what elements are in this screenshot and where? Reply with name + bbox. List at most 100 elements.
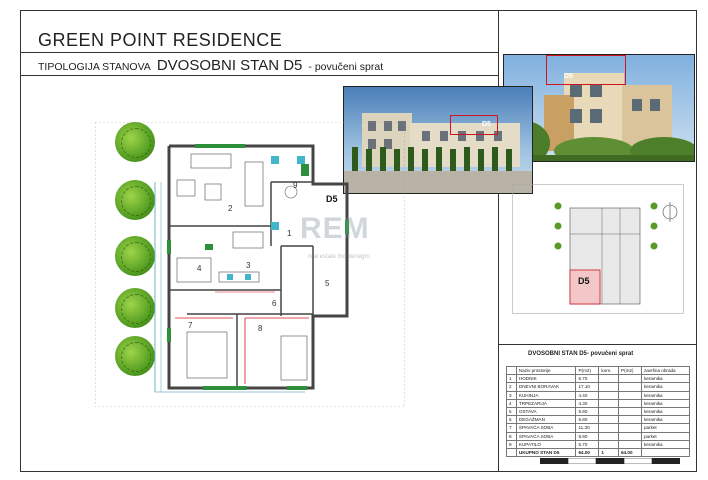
table-header: završna obrada bbox=[640, 365, 691, 376]
table-cell: 4 bbox=[506, 398, 517, 408]
subtitle-divider bbox=[20, 75, 498, 76]
floor-label: - povučeni sprat bbox=[308, 61, 384, 73]
table-row: 4 TRPEZARIJA 4.30 keramika bbox=[506, 398, 691, 408]
table-row: 3 KUHINJA 4.40 keramika bbox=[506, 390, 691, 400]
table-cell: 1 bbox=[598, 447, 619, 458]
table-cell bbox=[618, 406, 642, 417]
table-cell: parket bbox=[640, 431, 691, 441]
table-cell: 3 bbox=[506, 390, 517, 400]
table-cell: 5 bbox=[506, 406, 517, 417]
panel-divider bbox=[498, 10, 499, 472]
table-row: 6 DEGAŽMAN 5.80 keramika bbox=[506, 415, 691, 425]
table-row: 5 OSTAVA 5.90 keramika bbox=[506, 406, 691, 417]
table-cell: keramika bbox=[640, 406, 691, 417]
table-cell: OSTAVA bbox=[515, 406, 577, 417]
table-cell bbox=[618, 374, 642, 384]
title-divider bbox=[20, 52, 498, 53]
project-title: GREEN POINT RESIDENCE bbox=[38, 30, 283, 50]
room-number: 5 bbox=[325, 279, 330, 288]
room-number: 1 bbox=[287, 229, 292, 238]
table-cell: DEGAŽMAN bbox=[515, 415, 577, 425]
table-cell: 5.80 bbox=[575, 415, 600, 425]
table-header-row: Naziv prostorije P(m2) kom. P(m2) završn… bbox=[506, 365, 691, 376]
room-number: 7 bbox=[188, 321, 193, 330]
table-cell: 5.70 bbox=[575, 439, 600, 449]
table-cell bbox=[598, 439, 619, 449]
table-cell: 4.30 bbox=[575, 398, 600, 408]
table-header: Naziv prostorije bbox=[515, 365, 577, 376]
table-cell: 4.40 bbox=[575, 390, 600, 400]
table-cell: 8.90 bbox=[575, 431, 600, 441]
table-cell: keramika bbox=[640, 415, 691, 425]
table-cell: SPAVAĆA SOBA bbox=[515, 431, 577, 441]
table-cell: keramika bbox=[640, 390, 691, 400]
table-cell: DNEVNI BORAVAK bbox=[515, 382, 577, 392]
table-cell bbox=[598, 382, 619, 392]
room-table-title: DVOSOBNI STAN D5- povučeni sprat bbox=[528, 351, 634, 357]
watermark-logo: REM bbox=[300, 212, 370, 245]
table-cell: 1 bbox=[506, 374, 517, 384]
table-cell: 6 bbox=[506, 415, 517, 425]
table-cell bbox=[618, 398, 642, 408]
room-number: 6 bbox=[272, 299, 277, 308]
table-cell: 64.00 bbox=[618, 447, 642, 458]
table-row: 9 KUPATILO 5.70 keramika bbox=[506, 439, 691, 449]
render-side-tag: D5 bbox=[564, 73, 573, 80]
table-cell: 9 bbox=[506, 439, 517, 449]
table-cell bbox=[618, 415, 642, 425]
room-number: 9 bbox=[293, 181, 298, 190]
table-cell: keramika bbox=[640, 439, 691, 449]
table-cell bbox=[618, 431, 642, 441]
unit-tag: D5 bbox=[326, 194, 338, 204]
table-cell bbox=[598, 431, 619, 441]
watermark-tagline: real estate montenegro bbox=[308, 254, 370, 260]
table-cell bbox=[598, 406, 619, 417]
table-cell: 8 bbox=[506, 431, 517, 441]
table-cell: HODNIK bbox=[515, 374, 577, 384]
keyplan-unit-tag: D5 bbox=[578, 276, 590, 286]
table-row: 7 SPAVAĆA SOBA 11.30 parket bbox=[506, 423, 691, 433]
table-cell bbox=[618, 390, 642, 400]
table-cell: 6.70 bbox=[575, 374, 600, 384]
table-cell: 11.30 bbox=[575, 423, 600, 433]
table-row: 1 HODNIK 6.70 keramika bbox=[506, 374, 691, 384]
table-cell: keramika bbox=[640, 374, 691, 384]
render-front-tag: D5 bbox=[482, 121, 491, 128]
table-cell bbox=[506, 447, 517, 458]
table-cell: TRPEZARIJA bbox=[515, 398, 577, 408]
table-cell: 17.10 bbox=[575, 382, 600, 392]
table-cell: UKUPNO STAN D5 bbox=[515, 447, 577, 458]
room-number: 4 bbox=[197, 264, 202, 273]
room-number: 8 bbox=[258, 324, 263, 333]
table-cell: keramika bbox=[640, 382, 691, 392]
table-cell: parket bbox=[640, 423, 691, 433]
room-table: Naziv prostorije P(m2) kom. P(m2) završn… bbox=[506, 365, 691, 458]
highlight-box-side bbox=[546, 55, 626, 85]
table-cell bbox=[598, 398, 619, 408]
table-cell bbox=[598, 415, 619, 425]
typology-line: TIPOLOGIJA STANOVA DVOSOBNI STAN D5 - po… bbox=[38, 57, 383, 74]
table-cell bbox=[618, 382, 642, 392]
table-row: 2 DNEVNI BORAVAK 17.10 keramika bbox=[506, 382, 691, 392]
unit-name: DVOSOBNI STAN D5 bbox=[156, 57, 303, 74]
table-cell: 7 bbox=[506, 423, 517, 433]
key-plan bbox=[512, 184, 684, 314]
table-cell bbox=[598, 423, 619, 433]
table-cell bbox=[598, 374, 619, 384]
table-header bbox=[506, 365, 517, 376]
scale-bar bbox=[540, 458, 680, 464]
table-total-row: UKUPNO STAN D5 64.00 1 64.00 bbox=[506, 447, 691, 458]
table-cell: KUPATILO bbox=[515, 439, 577, 449]
drawing-sheet: GREEN POINT RESIDENCE TIPOLOGIJA STANOVA… bbox=[0, 0, 708, 480]
room-number: 3 bbox=[246, 261, 251, 270]
room-number: 2 bbox=[228, 204, 233, 213]
table-cell: 64.00 bbox=[575, 447, 600, 458]
table-header: kom. bbox=[598, 365, 619, 376]
table-cell: SPAVAĆA SOBA bbox=[515, 423, 577, 433]
table-header: P(m2) bbox=[618, 365, 642, 376]
table-divider bbox=[498, 344, 697, 345]
typology-label: TIPOLOGIJA STANOVA bbox=[38, 61, 151, 73]
table-cell: KUHINJA bbox=[515, 390, 577, 400]
table-row: 8 SPAVAĆA SOBA 8.90 parket bbox=[506, 431, 691, 441]
table-cell: 2 bbox=[506, 382, 517, 392]
